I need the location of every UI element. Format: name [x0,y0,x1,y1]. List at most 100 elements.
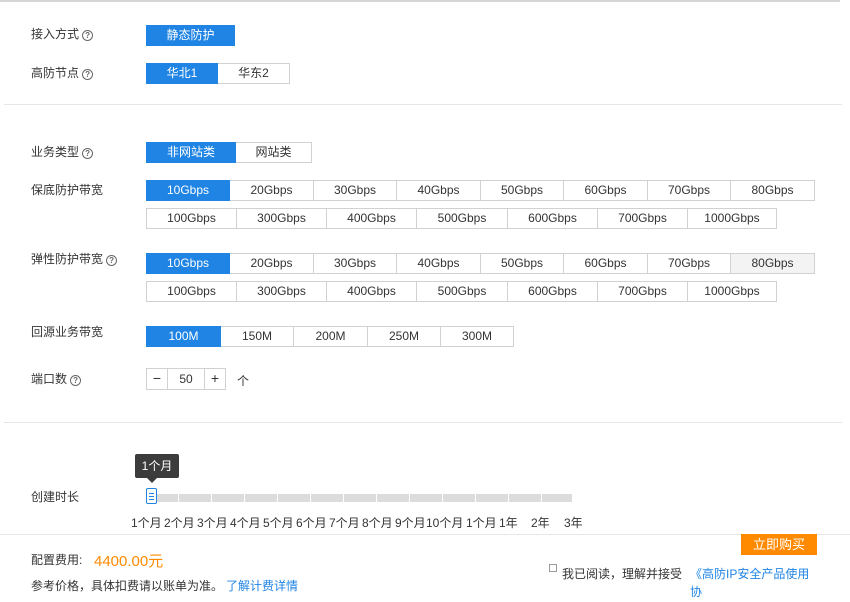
fee-label: 配置费用: [31,553,83,567]
base-bw-option[interactable]: 60Gbps [563,180,648,201]
base-bw-option[interactable]: 300Gbps [236,208,327,229]
slider-segment[interactable] [344,494,376,502]
tick-label[interactable]: 8个月 [362,514,393,531]
buy-now-button[interactable]: 立即购买 [741,534,817,555]
elastic-bw-option-hovered[interactable]: 80Gbps [730,253,815,274]
base-bw-option[interactable]: 30Gbps [313,180,397,201]
elastic-bw-option[interactable]: 600Gbps [507,281,598,302]
increment-button[interactable]: + [204,368,226,390]
ports-unit: 个 [237,374,250,388]
origin-bw-option[interactable]: 300M [440,326,514,347]
slider-segment[interactable] [542,494,572,502]
elastic-bw-option[interactable]: 500Gbps [416,281,508,302]
elastic-bw-option[interactable]: 30Gbps [313,253,397,274]
slider-segment[interactable] [212,494,244,502]
base-bw-option[interactable]: 10Gbps [146,180,230,201]
option-website[interactable]: 网站类 [235,142,312,163]
tick-label[interactable]: 7个月 [329,514,360,531]
slider-segment[interactable] [245,494,277,502]
base-bw-option[interactable]: 50Gbps [480,180,564,201]
origin-bw-option[interactable]: 200M [293,326,368,347]
tick-label[interactable]: 10个月 [426,514,463,531]
option-non-website[interactable]: 非网站类 [146,142,236,163]
help-icon[interactable]: ? [70,375,82,386]
tick-label[interactable]: 3年 [564,514,583,531]
elastic-bw-option[interactable]: 40Gbps [396,253,481,274]
origin-bw-option[interactable]: 100M [146,326,221,347]
base-bw-option[interactable]: 500Gbps [416,208,508,229]
base-bw-option[interactable]: 70Gbps [647,180,731,201]
tick-label[interactable]: 4个月 [230,514,261,531]
slider-segment[interactable] [377,494,409,502]
origin-bw-option[interactable]: 250M [367,326,441,347]
ports-stepper: − 50 + [146,368,226,390]
slider-segment[interactable] [509,494,541,502]
base-bandwidth-row1: 10Gbps 20Gbps 30Gbps 40Gbps 50Gbps 60Gbp… [146,180,815,201]
elastic-bw-option[interactable]: 50Gbps [480,253,564,274]
elastic-bw-option[interactable]: 60Gbps [563,253,648,274]
base-bw-option[interactable]: 20Gbps [229,180,314,201]
agreement-link[interactable]: 《高防IP安全产品使用协 议》 [690,565,820,602]
node-label: 高防节点? [31,65,94,81]
base-bw-option[interactable]: 100Gbps [146,208,237,229]
slider-segment[interactable] [443,494,475,502]
tick-label[interactable]: 1个月 [466,514,497,531]
elastic-bw-option[interactable]: 10Gbps [146,253,230,274]
agreement-checkbox[interactable] [549,564,557,572]
help-icon[interactable]: ? [82,30,94,41]
agreement-link-line1[interactable]: 《高防IP安全产品使用协 [690,565,820,601]
access-method-label: 接入方式? [31,26,94,42]
decrement-button[interactable]: − [146,368,168,390]
slider-segment[interactable] [278,494,310,502]
tick-label[interactable]: 1年 [499,514,518,531]
business-type-label: 业务类型? [31,144,94,160]
node-options: 华北1 华东2 [146,63,290,84]
option-node-north1[interactable]: 华北1 [146,63,218,84]
access-method-options: 静态防护 [146,25,235,46]
tick-label[interactable]: 2个月 [164,514,195,531]
section-divider [4,422,842,423]
option-node-east2[interactable]: 华东2 [217,63,290,84]
elastic-bw-option[interactable]: 700Gbps [597,281,688,302]
price-note: 参考价格，具体扣费请以账单为准。 [31,579,224,593]
slider-segment[interactable] [179,494,211,502]
elastic-bw-option[interactable]: 70Gbps [647,253,731,274]
duration-tick-labels: 1个月 2个月 3个月 4个月 5个月 6个月 7个月 8个月 9个月 10个月… [0,514,850,530]
elastic-bw-option[interactable]: 400Gbps [326,281,417,302]
tick-label[interactable]: 2年 [531,514,550,531]
slider-segment[interactable] [311,494,343,502]
base-bw-option[interactable]: 1000Gbps [687,208,777,229]
fee-amount: 4400.00元 [94,553,164,570]
base-bw-option[interactable]: 700Gbps [597,208,688,229]
elastic-bw-option[interactable]: 1000Gbps [687,281,777,302]
business-type-options: 非网站类 网站类 [146,142,312,163]
base-bw-option[interactable]: 600Gbps [507,208,598,229]
base-bw-option[interactable]: 40Gbps [396,180,481,201]
elastic-bw-option[interactable]: 100Gbps [146,281,237,302]
help-icon[interactable]: ? [106,255,118,266]
ports-label: 端口数? [31,371,82,387]
tick-label[interactable]: 5个月 [263,514,294,531]
slider-segment[interactable] [410,494,442,502]
origin-bandwidth-options: 100M 150M 200M 250M 300M [146,326,514,347]
billing-details-link[interactable]: 了解计费详情 [226,577,298,594]
duration-slider-handle[interactable] [146,488,157,504]
slider-segment[interactable] [476,494,508,502]
base-bw-option[interactable]: 80Gbps [730,180,815,201]
elastic-bw-option[interactable]: 20Gbps [229,253,314,274]
option-static-protection[interactable]: 静态防护 [146,25,235,46]
tick-label[interactable]: 6个月 [296,514,327,531]
help-icon[interactable]: ? [82,148,94,159]
base-bw-option[interactable]: 400Gbps [326,208,417,229]
tick-label[interactable]: 3个月 [197,514,228,531]
duration-slider-track[interactable] [146,494,573,502]
help-icon[interactable]: ? [82,69,94,80]
origin-bw-option[interactable]: 150M [220,326,294,347]
tick-label[interactable]: 9个月 [395,514,426,531]
tick-label[interactable]: 1个月 [131,514,162,531]
section-divider [4,104,842,105]
base-bandwidth-label: 保底防护带宽 [31,183,104,197]
ports-value-input[interactable]: 50 [168,368,204,390]
elastic-bw-option[interactable]: 300Gbps [236,281,327,302]
duration-tooltip: 1个月 [135,454,179,483]
